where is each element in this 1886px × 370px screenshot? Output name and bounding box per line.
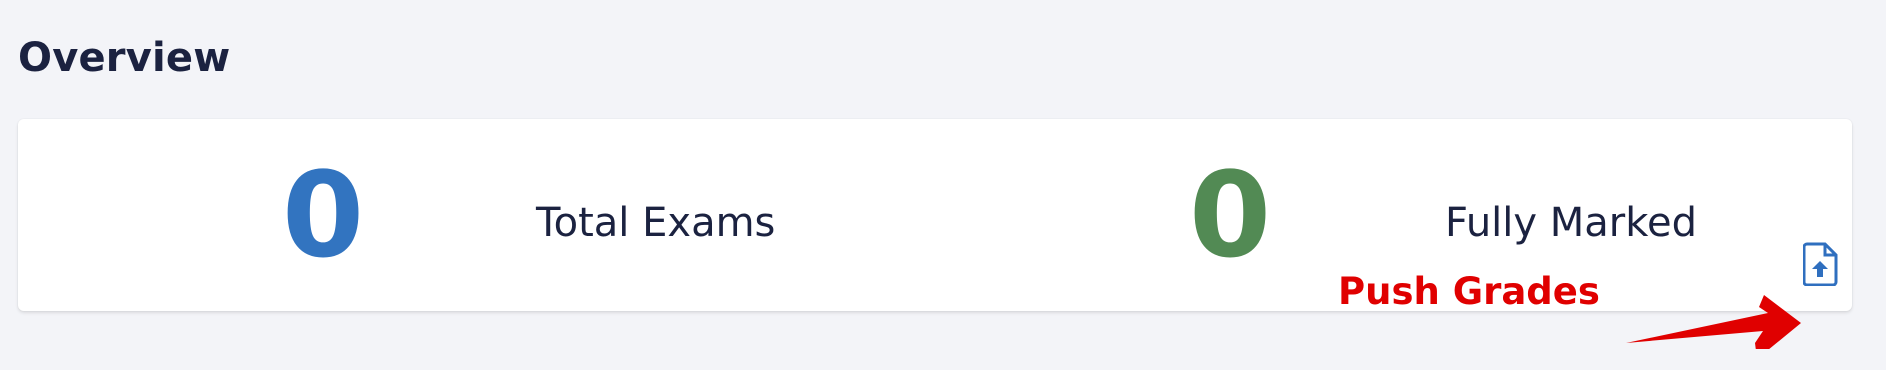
- push-grades-button[interactable]: [1802, 242, 1839, 287]
- total-exams-count: 0: [282, 146, 365, 284]
- page-title: Overview: [18, 35, 231, 81]
- total-exams-label: Total Exams: [536, 200, 776, 246]
- overview-card: 0 Total Exams 0 Fully Marked Push Grades: [18, 119, 1852, 349]
- annotation-arrow: [1626, 295, 1801, 349]
- push-grades-annotation: Push Grades: [1338, 270, 1600, 313]
- fully-marked-count: 0: [1189, 146, 1272, 284]
- file-upload-icon: [1802, 242, 1838, 287]
